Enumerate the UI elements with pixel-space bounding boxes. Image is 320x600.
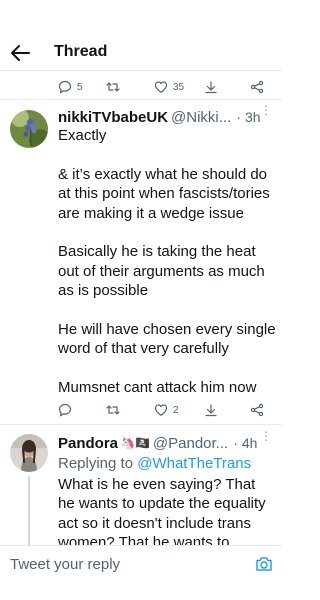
share-icon	[250, 80, 264, 94]
reply-input[interactable]: Tweet your reply	[10, 556, 120, 573]
download-button[interactable]	[204, 400, 218, 420]
more-vertical-icon[interactable]: ⋮	[260, 103, 272, 117]
action-row: 2	[54, 400, 274, 420]
avatar-image	[10, 110, 48, 148]
reply-bubble-icon	[58, 403, 72, 417]
download-button[interactable]	[204, 77, 218, 97]
tweet-paragraph: Mumsnet cant attack him now	[58, 379, 257, 397]
separator-dot: ·	[233, 435, 238, 451]
tweet-paragraph: What is he even saying? That he wants to…	[58, 476, 266, 545]
retweet-icon	[106, 82, 120, 92]
divider	[0, 424, 282, 425]
tweet-paragraph: Basically he is taking the heat out of t…	[58, 243, 265, 300]
share-icon	[250, 403, 264, 417]
action-row: 5 35	[54, 77, 274, 97]
arrow-left-icon[interactable]	[10, 44, 30, 62]
tweet-paragraph: & it’s exactly what he should do at this…	[58, 165, 270, 222]
tweet-text: Exactly & it’s exactly what he should do…	[58, 126, 276, 398]
retweet-button[interactable]	[106, 400, 125, 420]
like-button[interactable]: 35	[154, 77, 184, 97]
timestamp[interactable]: 3h	[245, 109, 261, 125]
replying-to: Replying to @WhatTheTrans	[58, 455, 251, 472]
reply-button[interactable]	[58, 400, 77, 420]
reply-composer: Tweet your reply	[0, 545, 282, 600]
tweet-text: What is he even saying? That he wants to…	[58, 475, 276, 545]
display-name[interactable]: nikkiTVbabeUK	[58, 109, 168, 126]
user-handle[interactable]: @Pandor...	[153, 435, 228, 452]
name-emojis: 🦄🏴‍☠️	[120, 436, 150, 450]
retweet-button[interactable]	[106, 77, 125, 97]
tweet-paragraph: Exactly	[58, 127, 107, 144]
tweet-paragraph: He will have chosen every single word of…	[58, 321, 276, 358]
more-vertical-icon[interactable]: ⋮	[260, 429, 272, 443]
display-name[interactable]: Pandora	[58, 435, 118, 452]
share-button[interactable]	[250, 400, 264, 420]
tweet-header: Pandora 🦄🏴‍☠️ @Pandor... · 4h	[58, 433, 272, 453]
like-button[interactable]: 2	[154, 400, 179, 420]
like-count: 2	[173, 404, 179, 416]
timestamp[interactable]: 4h	[242, 435, 258, 451]
page-title: Thread	[54, 43, 108, 60]
divider	[0, 70, 282, 71]
top-bar: Thread	[0, 0, 282, 70]
retweet-icon	[106, 405, 120, 415]
tweet-header: nikkiTVbabeUK @Nikki... · 3h	[58, 107, 272, 127]
download-icon	[205, 404, 217, 417]
avatar[interactable]	[10, 434, 48, 472]
avatar-image	[10, 434, 48, 472]
replying-to-handle-link[interactable]: @WhatTheTrans	[137, 455, 251, 472]
heart-icon	[154, 81, 168, 93]
share-button[interactable]	[250, 77, 264, 97]
reply-count: 5	[77, 81, 83, 93]
heart-icon	[154, 404, 168, 416]
like-count: 35	[173, 81, 185, 93]
replying-to-label: Replying to	[58, 455, 134, 472]
user-handle[interactable]: @Nikki...	[171, 109, 231, 126]
avatar[interactable]	[10, 110, 48, 148]
reply-button[interactable]: 5	[58, 77, 83, 97]
reply-bubble-icon	[58, 80, 72, 94]
download-icon	[205, 81, 217, 94]
divider	[0, 99, 282, 100]
camera-icon[interactable]	[255, 556, 273, 572]
thread-connector-line	[28, 476, 30, 545]
separator-dot: ·	[236, 109, 241, 125]
